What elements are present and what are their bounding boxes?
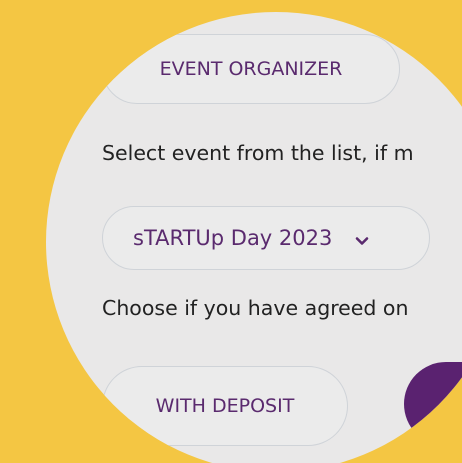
magnifier-lens: EVENT ORGANIZER Select event from the li… bbox=[46, 12, 462, 463]
with-deposit-button[interactable]: WITH DEPOSIT bbox=[102, 366, 348, 446]
event-select[interactable]: sTARTUp Day 2023 bbox=[102, 206, 430, 270]
alternate-option-button[interactable] bbox=[404, 362, 462, 446]
with-deposit-button-label: WITH DEPOSIT bbox=[155, 395, 295, 417]
event-organizer-button-label: EVENT ORGANIZER bbox=[159, 58, 343, 80]
stage: EVENT ORGANIZER Select event from the li… bbox=[0, 0, 462, 463]
select-event-instruction: Select event from the list, if m bbox=[102, 141, 414, 165]
event-organizer-button[interactable]: EVENT ORGANIZER bbox=[102, 34, 400, 104]
event-select-value: sTARTUp Day 2023 bbox=[133, 226, 333, 250]
agreement-instruction: Choose if you have agreed on bbox=[102, 296, 409, 320]
chevron-down-icon bbox=[354, 230, 370, 246]
form-content: EVENT ORGANIZER Select event from the li… bbox=[46, 12, 462, 463]
